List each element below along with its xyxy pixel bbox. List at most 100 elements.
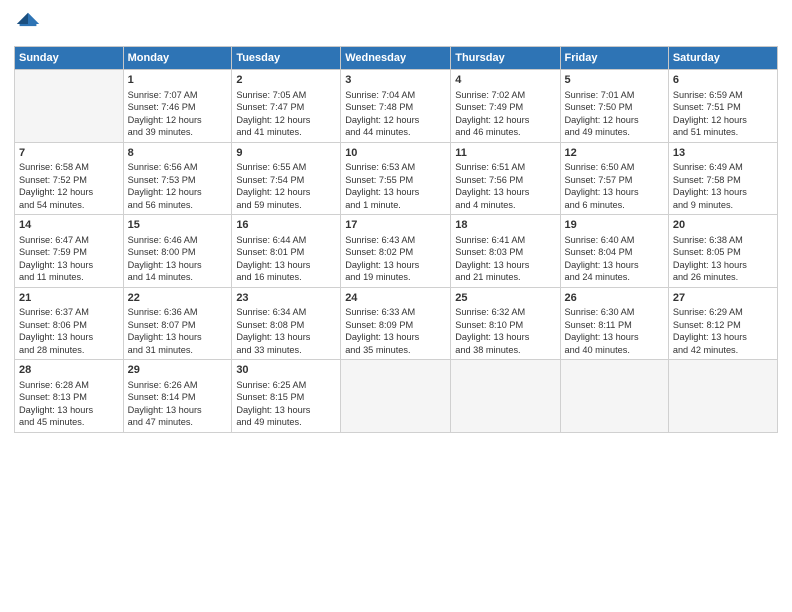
logo-icon <box>14 10 42 38</box>
day-number: 26 <box>565 291 664 306</box>
day-number: 22 <box>128 291 228 306</box>
calendar-cell: 19Sunrise: 6:40 AM Sunset: 8:04 PM Dayli… <box>560 215 668 288</box>
calendar-cell: 27Sunrise: 6:29 AM Sunset: 8:12 PM Dayli… <box>668 287 777 360</box>
calendar-header-tuesday: Tuesday <box>232 47 341 70</box>
day-number: 4 <box>455 73 555 88</box>
day-number: 16 <box>236 218 336 233</box>
calendar-week-1: 1Sunrise: 7:07 AM Sunset: 7:46 PM Daylig… <box>15 70 778 143</box>
calendar-table: SundayMondayTuesdayWednesdayThursdayFrid… <box>14 46 778 433</box>
calendar-week-3: 14Sunrise: 6:47 AM Sunset: 7:59 PM Dayli… <box>15 215 778 288</box>
calendar-cell <box>668 360 777 433</box>
day-number: 3 <box>345 73 446 88</box>
day-info: Sunrise: 6:44 AM Sunset: 8:01 PM Dayligh… <box>236 234 336 284</box>
calendar-cell: 24Sunrise: 6:33 AM Sunset: 8:09 PM Dayli… <box>341 287 451 360</box>
day-number: 11 <box>455 146 555 161</box>
calendar-cell <box>15 70 124 143</box>
day-info: Sunrise: 7:02 AM Sunset: 7:49 PM Dayligh… <box>455 89 555 139</box>
calendar-cell: 23Sunrise: 6:34 AM Sunset: 8:08 PM Dayli… <box>232 287 341 360</box>
calendar-cell: 16Sunrise: 6:44 AM Sunset: 8:01 PM Dayli… <box>232 215 341 288</box>
calendar-week-5: 28Sunrise: 6:28 AM Sunset: 8:13 PM Dayli… <box>15 360 778 433</box>
day-info: Sunrise: 6:51 AM Sunset: 7:56 PM Dayligh… <box>455 161 555 211</box>
page: SundayMondayTuesdayWednesdayThursdayFrid… <box>0 0 792 612</box>
day-info: Sunrise: 6:33 AM Sunset: 8:09 PM Dayligh… <box>345 306 446 356</box>
day-info: Sunrise: 6:56 AM Sunset: 7:53 PM Dayligh… <box>128 161 228 211</box>
calendar-cell: 12Sunrise: 6:50 AM Sunset: 7:57 PM Dayli… <box>560 142 668 215</box>
calendar-cell: 30Sunrise: 6:25 AM Sunset: 8:15 PM Dayli… <box>232 360 341 433</box>
calendar-cell: 5Sunrise: 7:01 AM Sunset: 7:50 PM Daylig… <box>560 70 668 143</box>
calendar-cell: 21Sunrise: 6:37 AM Sunset: 8:06 PM Dayli… <box>15 287 124 360</box>
day-info: Sunrise: 6:55 AM Sunset: 7:54 PM Dayligh… <box>236 161 336 211</box>
calendar-header-friday: Friday <box>560 47 668 70</box>
day-number: 10 <box>345 146 446 161</box>
day-info: Sunrise: 6:41 AM Sunset: 8:03 PM Dayligh… <box>455 234 555 284</box>
day-number: 20 <box>673 218 773 233</box>
day-info: Sunrise: 6:37 AM Sunset: 8:06 PM Dayligh… <box>19 306 119 356</box>
day-info: Sunrise: 7:07 AM Sunset: 7:46 PM Dayligh… <box>128 89 228 139</box>
day-info: Sunrise: 6:53 AM Sunset: 7:55 PM Dayligh… <box>345 161 446 211</box>
day-number: 5 <box>565 73 664 88</box>
day-number: 14 <box>19 218 119 233</box>
logo <box>14 10 46 38</box>
calendar-cell: 8Sunrise: 6:56 AM Sunset: 7:53 PM Daylig… <box>123 142 232 215</box>
day-number: 13 <box>673 146 773 161</box>
calendar-cell: 22Sunrise: 6:36 AM Sunset: 8:07 PM Dayli… <box>123 287 232 360</box>
calendar-week-2: 7Sunrise: 6:58 AM Sunset: 7:52 PM Daylig… <box>15 142 778 215</box>
calendar-cell: 18Sunrise: 6:41 AM Sunset: 8:03 PM Dayli… <box>451 215 560 288</box>
calendar-cell <box>560 360 668 433</box>
day-info: Sunrise: 6:32 AM Sunset: 8:10 PM Dayligh… <box>455 306 555 356</box>
calendar-cell: 15Sunrise: 6:46 AM Sunset: 8:00 PM Dayli… <box>123 215 232 288</box>
calendar-week-4: 21Sunrise: 6:37 AM Sunset: 8:06 PM Dayli… <box>15 287 778 360</box>
calendar-header-sunday: Sunday <box>15 47 124 70</box>
day-info: Sunrise: 6:58 AM Sunset: 7:52 PM Dayligh… <box>19 161 119 211</box>
calendar-cell: 11Sunrise: 6:51 AM Sunset: 7:56 PM Dayli… <box>451 142 560 215</box>
calendar-header-row: SundayMondayTuesdayWednesdayThursdayFrid… <box>15 47 778 70</box>
header <box>14 10 778 38</box>
calendar-cell: 6Sunrise: 6:59 AM Sunset: 7:51 PM Daylig… <box>668 70 777 143</box>
day-number: 27 <box>673 291 773 306</box>
calendar-cell: 25Sunrise: 6:32 AM Sunset: 8:10 PM Dayli… <box>451 287 560 360</box>
day-info: Sunrise: 6:34 AM Sunset: 8:08 PM Dayligh… <box>236 306 336 356</box>
calendar-header-saturday: Saturday <box>668 47 777 70</box>
day-info: Sunrise: 6:43 AM Sunset: 8:02 PM Dayligh… <box>345 234 446 284</box>
calendar-cell: 7Sunrise: 6:58 AM Sunset: 7:52 PM Daylig… <box>15 142 124 215</box>
day-number: 9 <box>236 146 336 161</box>
day-info: Sunrise: 7:05 AM Sunset: 7:47 PM Dayligh… <box>236 89 336 139</box>
day-number: 17 <box>345 218 446 233</box>
day-info: Sunrise: 6:59 AM Sunset: 7:51 PM Dayligh… <box>673 89 773 139</box>
calendar-header-monday: Monday <box>123 47 232 70</box>
calendar-cell: 2Sunrise: 7:05 AM Sunset: 7:47 PM Daylig… <box>232 70 341 143</box>
day-number: 23 <box>236 291 336 306</box>
calendar-cell: 29Sunrise: 6:26 AM Sunset: 8:14 PM Dayli… <box>123 360 232 433</box>
calendar-cell: 17Sunrise: 6:43 AM Sunset: 8:02 PM Dayli… <box>341 215 451 288</box>
day-number: 7 <box>19 146 119 161</box>
day-info: Sunrise: 6:50 AM Sunset: 7:57 PM Dayligh… <box>565 161 664 211</box>
day-info: Sunrise: 6:49 AM Sunset: 7:58 PM Dayligh… <box>673 161 773 211</box>
day-info: Sunrise: 6:29 AM Sunset: 8:12 PM Dayligh… <box>673 306 773 356</box>
day-number: 30 <box>236 363 336 378</box>
day-number: 28 <box>19 363 119 378</box>
day-info: Sunrise: 6:47 AM Sunset: 7:59 PM Dayligh… <box>19 234 119 284</box>
day-info: Sunrise: 6:46 AM Sunset: 8:00 PM Dayligh… <box>128 234 228 284</box>
day-number: 29 <box>128 363 228 378</box>
day-number: 1 <box>128 73 228 88</box>
calendar-cell: 3Sunrise: 7:04 AM Sunset: 7:48 PM Daylig… <box>341 70 451 143</box>
calendar-cell: 4Sunrise: 7:02 AM Sunset: 7:49 PM Daylig… <box>451 70 560 143</box>
day-info: Sunrise: 7:01 AM Sunset: 7:50 PM Dayligh… <box>565 89 664 139</box>
day-number: 8 <box>128 146 228 161</box>
calendar-cell: 10Sunrise: 6:53 AM Sunset: 7:55 PM Dayli… <box>341 142 451 215</box>
calendar-cell: 28Sunrise: 6:28 AM Sunset: 8:13 PM Dayli… <box>15 360 124 433</box>
calendar-cell: 13Sunrise: 6:49 AM Sunset: 7:58 PM Dayli… <box>668 142 777 215</box>
day-number: 12 <box>565 146 664 161</box>
day-number: 25 <box>455 291 555 306</box>
calendar-cell: 9Sunrise: 6:55 AM Sunset: 7:54 PM Daylig… <box>232 142 341 215</box>
day-info: Sunrise: 6:40 AM Sunset: 8:04 PM Dayligh… <box>565 234 664 284</box>
calendar-cell: 26Sunrise: 6:30 AM Sunset: 8:11 PM Dayli… <box>560 287 668 360</box>
day-number: 6 <box>673 73 773 88</box>
calendar-header-wednesday: Wednesday <box>341 47 451 70</box>
day-info: Sunrise: 6:25 AM Sunset: 8:15 PM Dayligh… <box>236 379 336 429</box>
calendar-cell <box>341 360 451 433</box>
calendar-cell: 20Sunrise: 6:38 AM Sunset: 8:05 PM Dayli… <box>668 215 777 288</box>
day-info: Sunrise: 6:30 AM Sunset: 8:11 PM Dayligh… <box>565 306 664 356</box>
day-number: 21 <box>19 291 119 306</box>
day-info: Sunrise: 6:26 AM Sunset: 8:14 PM Dayligh… <box>128 379 228 429</box>
